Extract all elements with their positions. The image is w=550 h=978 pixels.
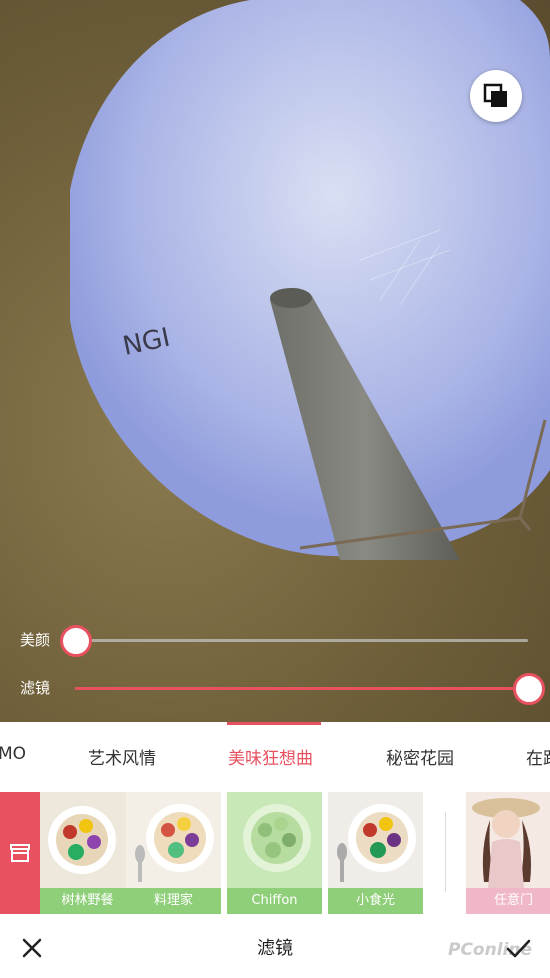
filter-name: 任意门: [466, 888, 550, 914]
filter-item-selected[interactable]: Chiffon: [227, 792, 322, 914]
beauty-slider-thumb[interactable]: [60, 625, 92, 657]
filter-item[interactable]: 小食光: [328, 792, 423, 914]
filter-slider-thumb[interactable]: [513, 673, 545, 705]
active-tab-indicator: [227, 722, 321, 725]
filter-thumbnail: [466, 792, 550, 888]
filter-strip: 树林野餐 料理家 Chiffon 小食光 任意门: [0, 788, 550, 918]
filter-thumbnail: [227, 792, 322, 888]
tab-mo[interactable]: MO: [0, 744, 26, 764]
filter-item[interactable]: 任意门: [466, 792, 550, 914]
filter-item[interactable]: 料理家: [126, 792, 221, 914]
filter-thumbnail: [328, 792, 423, 888]
photo-image: NGI: [70, 0, 550, 560]
filter-name: Chiffon: [227, 888, 322, 914]
filter-strength-slider[interactable]: [75, 673, 545, 705]
compare-button[interactable]: [470, 70, 522, 122]
photo-preview: NGI 美颜 滤镜: [0, 0, 550, 722]
filter-slider-row: 滤镜: [0, 668, 550, 708]
bottom-bar: 滤镜 PConline: [0, 918, 550, 978]
tab-art-style[interactable]: 艺术风情: [88, 744, 156, 769]
tab-food-fantasy[interactable]: 美味狂想曲: [228, 744, 313, 769]
filter-slider-label: 滤镜: [20, 679, 51, 697]
tab-on-the-road[interactable]: 在路: [526, 744, 550, 769]
beauty-slider-row: 美颜: [0, 620, 550, 660]
filter-slider-fill: [75, 687, 528, 690]
filter-name: 小食光: [328, 888, 423, 914]
filter-thumbnail: [40, 792, 135, 888]
checkmark-icon: [506, 939, 531, 958]
store-icon: [10, 844, 30, 862]
filter-name: 树林野餐: [40, 888, 135, 914]
beauty-slider[interactable]: [60, 625, 528, 657]
filter-thumbnail: [126, 792, 221, 888]
filter-category-tabs: MO 艺术风情 美味狂想曲 秘密花园 在路: [0, 722, 550, 788]
compare-icon: [483, 83, 507, 107]
tab-secret-garden[interactable]: 秘密花园: [386, 744, 454, 769]
filter-name: 料理家: [126, 888, 221, 914]
beauty-slider-label: 美颜: [20, 631, 51, 649]
filter-item[interactable]: 树林野餐: [40, 792, 135, 914]
filter-store-button[interactable]: [0, 792, 40, 914]
filter-pack-divider: [445, 812, 446, 892]
confirm-button[interactable]: [502, 932, 534, 964]
